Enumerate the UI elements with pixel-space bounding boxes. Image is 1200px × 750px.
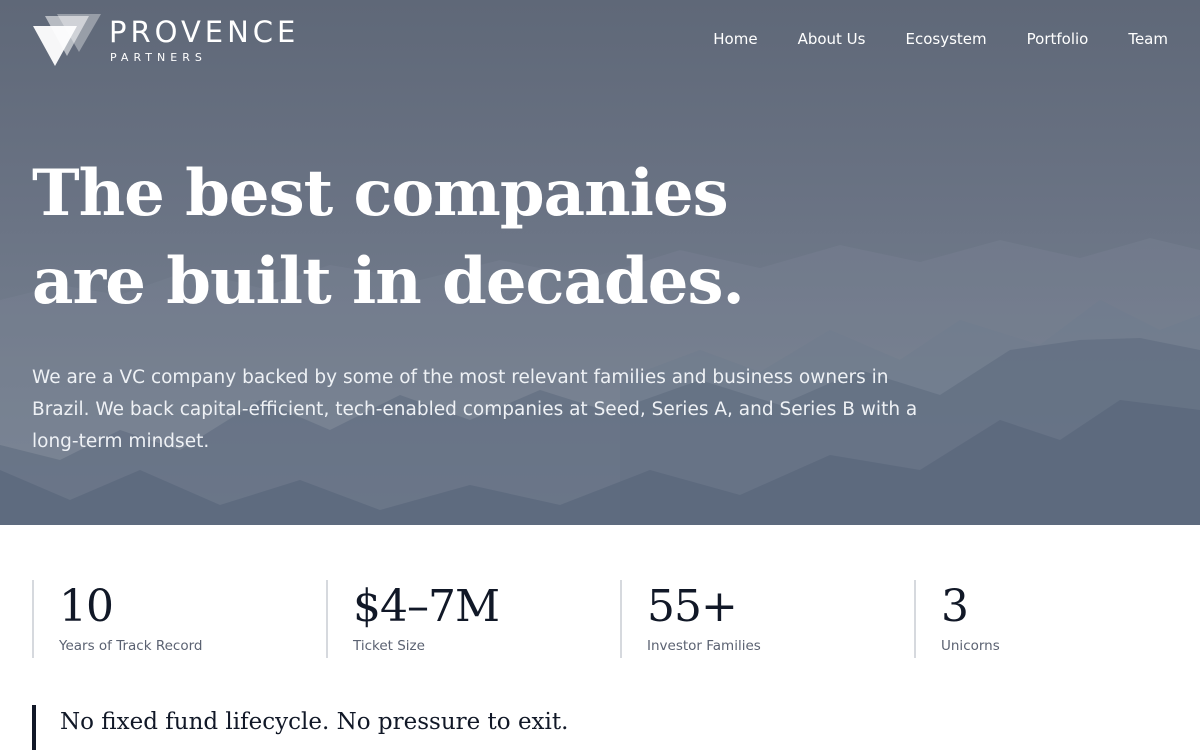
stat-label: Unicorns bbox=[941, 638, 1000, 654]
nav-item-portfolio[interactable]: Portfolio bbox=[1027, 30, 1089, 48]
headline-line-1: The best companies bbox=[32, 156, 729, 231]
stat-ticket-size: $4–7M Ticket Size bbox=[326, 580, 500, 658]
stat-value: 55+ bbox=[647, 581, 738, 632]
stat-value: 10 bbox=[59, 581, 114, 632]
pull-quote: No fixed fund lifecycle. No pressure to … bbox=[32, 705, 568, 750]
stat-label: Years of Track Record bbox=[59, 638, 203, 654]
main-nav: Home About Us Ecosystem Portfolio Team bbox=[673, 30, 1168, 48]
stat-track-record: 10 Years of Track Record bbox=[32, 580, 202, 658]
brand-tagline: PARTNERS bbox=[110, 51, 207, 64]
stat-label: Ticket Size bbox=[353, 638, 425, 654]
quote-text: No fixed fund lifecycle. No pressure to … bbox=[60, 709, 569, 735]
stats-row: 10 Years of Track Record $4–7M Ticket Si… bbox=[32, 580, 1200, 658]
headline-line-2: are built in decades. bbox=[32, 244, 745, 319]
nav-item-home[interactable]: Home bbox=[713, 30, 757, 48]
stat-value: 3 bbox=[941, 581, 969, 632]
stat-unicorns: 3 Unicorns bbox=[914, 580, 1000, 658]
hero-headline: The best companies are built in decades. bbox=[32, 150, 792, 326]
nav-item-about-us[interactable]: About Us bbox=[798, 30, 866, 48]
hero-description: We are a VC company backed by some of th… bbox=[32, 367, 918, 452]
stat-label: Investor Families bbox=[647, 638, 761, 654]
brand-logo[interactable]: PROVENCE PARTNERS bbox=[33, 14, 299, 68]
nav-item-team[interactable]: Team bbox=[1128, 30, 1168, 48]
hero-section: PROVENCE PARTNERS Home About Us Ecosyste… bbox=[0, 0, 1200, 525]
nav-item-ecosystem[interactable]: Ecosystem bbox=[905, 30, 986, 48]
stat-investor-families: 55+ Investor Families bbox=[620, 580, 761, 658]
triangles-logo-icon bbox=[33, 14, 101, 66]
brand-wordmark: PROVENCE PARTNERS bbox=[109, 16, 299, 65]
stat-value: $4–7M bbox=[353, 581, 500, 632]
brand-name: PROVENCE bbox=[109, 15, 300, 49]
